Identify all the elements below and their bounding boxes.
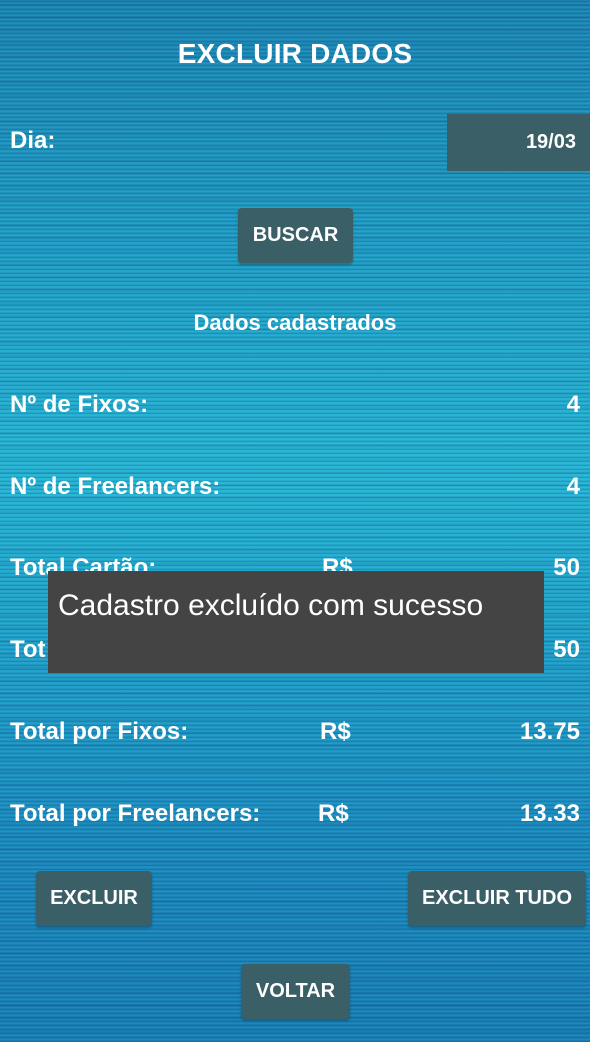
total-freelancers-label: Total por Freelancers: (10, 800, 261, 827)
total-dinheiro-value: 50 (553, 636, 580, 663)
buscar-button[interactable]: BUSCAR (238, 208, 353, 263)
freelancers-label: Nº de Freelancers: (10, 473, 221, 500)
excluir-button[interactable]: EXCLUIR (36, 871, 152, 926)
total-dinheiro-label: Tot (10, 636, 46, 663)
voltar-button[interactable]: VOLTAR (241, 964, 350, 1019)
fixos-value: 4 (566, 391, 580, 418)
excluir-tudo-button[interactable]: EXCLUIR TUDO (408, 871, 586, 926)
total-freelancers-value: 13.33 (519, 800, 580, 827)
dia-label: Dia: (10, 127, 56, 154)
total-fixos-currency: R$ (320, 718, 351, 745)
dia-input[interactable]: 19/03 (447, 114, 590, 171)
total-fixos-label: Total por Fixos: (10, 718, 189, 745)
total-cartao-value: 50 (553, 554, 580, 581)
fixos-label: Nº de Fixos: (10, 391, 149, 418)
dia-value: 19/03 (525, 131, 576, 153)
total-freelancers-currency: R$ (318, 800, 349, 827)
section-title: Dados cadastrados (193, 310, 397, 335)
total-fixos-value: 13.75 (519, 718, 580, 745)
toast-message: Cadastro excluído com sucesso (48, 571, 544, 673)
page-title: EXCLUIR DADOS (177, 38, 413, 69)
freelancers-value: 4 (566, 473, 580, 500)
